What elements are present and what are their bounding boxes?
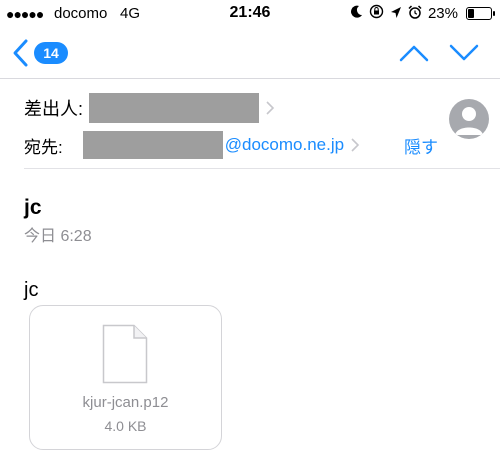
sender-label: 差出人: xyxy=(24,99,84,119)
back-button[interactable]: 14 xyxy=(12,38,68,68)
recipient-row[interactable]: 宛先: @docomo.ne.jp xyxy=(24,131,360,159)
next-message-chevron-down-icon[interactable] xyxy=(448,42,480,64)
hide-details-link[interactable]: 隠す xyxy=(404,133,438,158)
message-date: 今日 6:28 xyxy=(24,228,92,245)
sender-redacted-block xyxy=(89,93,260,123)
battery-icon xyxy=(466,7,495,20)
chevron-right-icon xyxy=(351,138,360,152)
moon-icon xyxy=(350,5,363,23)
recipient-domain: @docomo.ne.jp xyxy=(224,135,345,154)
recipient-redacted-block xyxy=(82,131,223,159)
recipient-label: 宛先: xyxy=(24,137,63,157)
previous-message-chevron-up-icon[interactable] xyxy=(398,42,430,64)
navigation-bar: 14 xyxy=(0,28,500,79)
message-body: jc xyxy=(24,279,39,301)
sender-row[interactable]: 差出人: xyxy=(24,93,275,123)
attachment-file-size: 4.0 KB xyxy=(104,418,147,434)
person-silhouette-icon xyxy=(455,107,483,135)
document-file-icon xyxy=(102,324,148,384)
status-bar: ●●●●● docomo 4G 21:46 23% xyxy=(0,0,500,28)
message-header: 差出人: 宛先: @docomo.ne.jp 隠す xyxy=(0,79,500,169)
battery-percent: 23% xyxy=(427,5,458,22)
message-subject: jc xyxy=(24,196,42,219)
unread-count-badge: 14 xyxy=(34,42,68,64)
battery-level-fill xyxy=(468,9,474,18)
alarm-clock-icon xyxy=(408,4,422,23)
status-right-group: 23% xyxy=(350,4,495,23)
chevron-right-icon xyxy=(266,101,275,115)
header-divider xyxy=(24,168,500,169)
location-arrow-icon xyxy=(390,5,402,23)
attachment-file-name: kjur-jcan.p12 xyxy=(82,394,169,411)
attachment-tile[interactable]: kjur-jcan.p12 4.0 KB xyxy=(29,305,222,450)
rotation-lock-icon xyxy=(369,4,384,23)
mail-screen: ●●●●● docomo 4G 21:46 23% 14 差出人: 宛先: @d… xyxy=(0,0,500,471)
chevron-left-icon xyxy=(13,39,28,67)
sender-avatar[interactable] xyxy=(449,99,489,139)
